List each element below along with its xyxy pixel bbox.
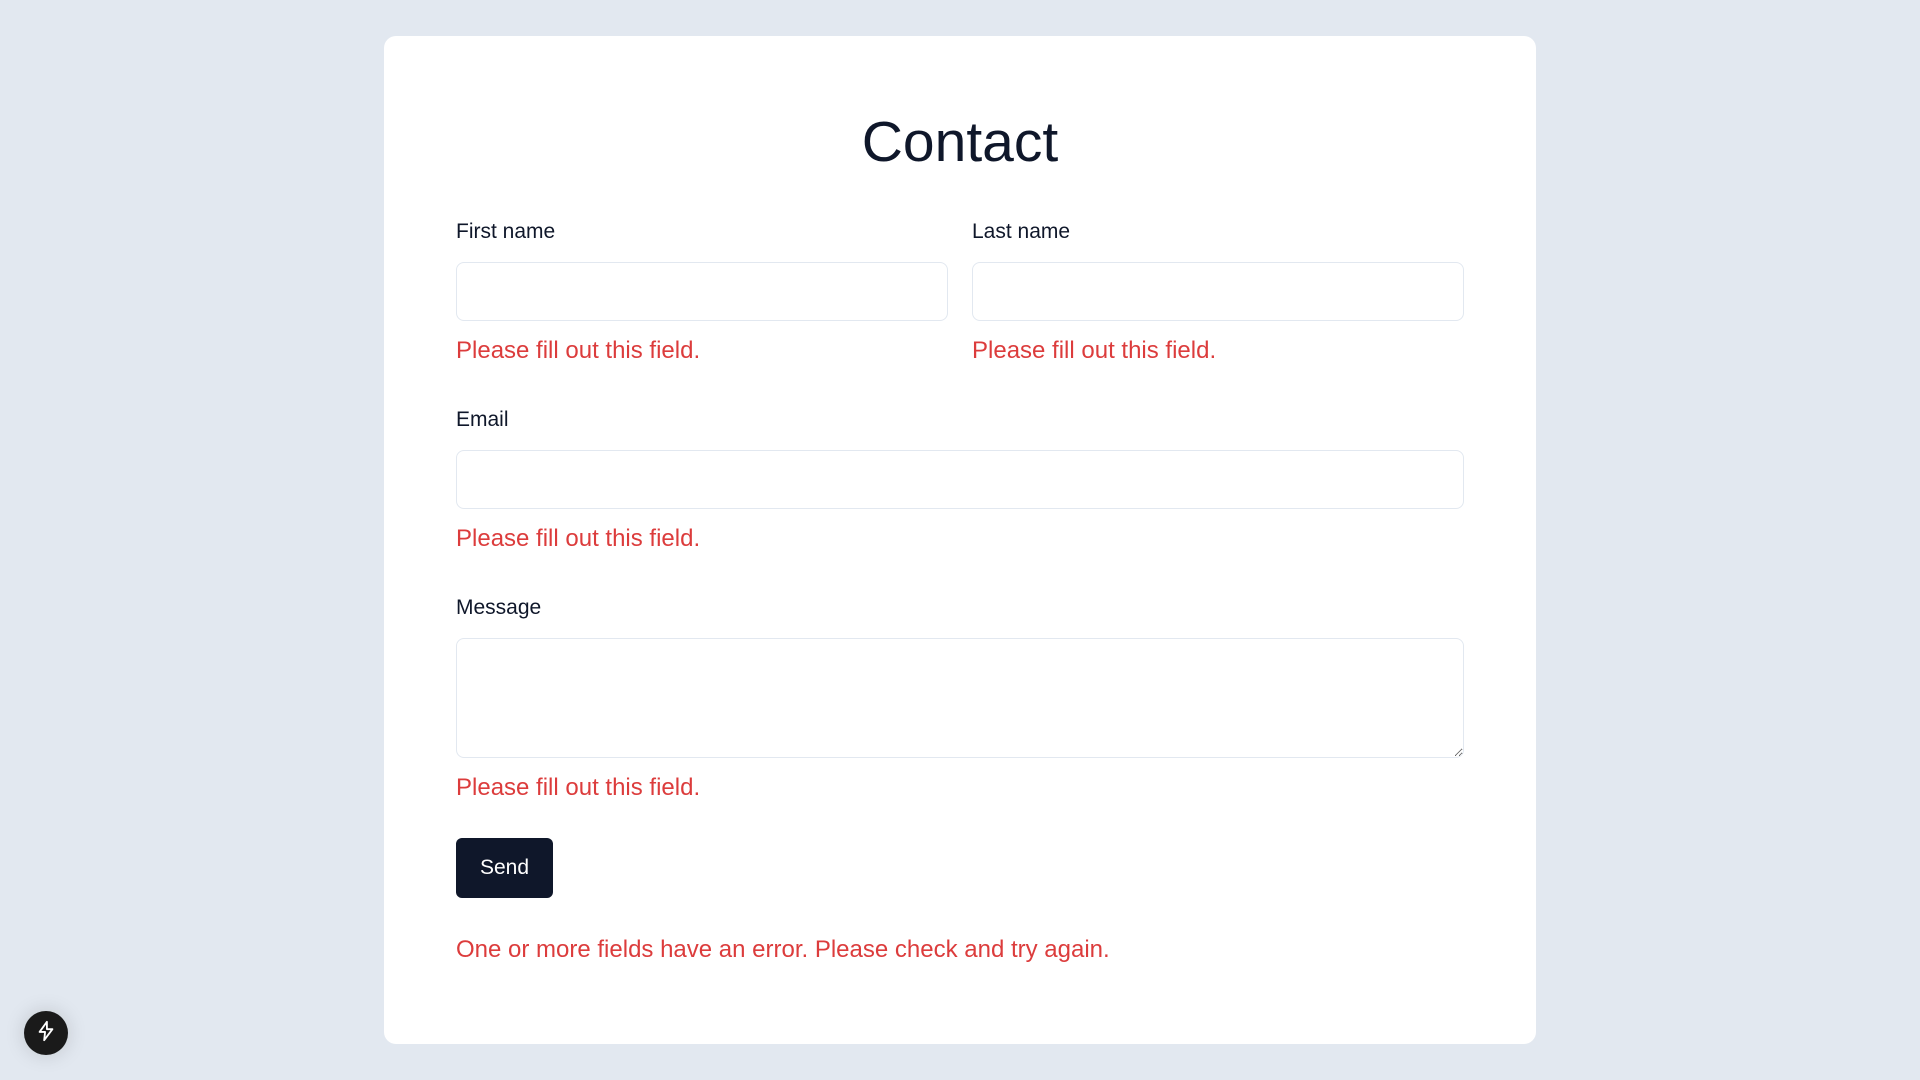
- lightning-bolt-icon: [35, 1020, 57, 1047]
- last-name-label: Last name: [972, 220, 1071, 243]
- first-name-error: Please fill out this field.: [456, 337, 701, 364]
- last-name-input[interactable]: [972, 262, 1464, 321]
- email-label: Email: [456, 408, 509, 431]
- form-error-message: One or more fields have an error. Please…: [456, 936, 1110, 963]
- page-title: Contact: [861, 110, 1059, 174]
- email-group: Email Please fill out this field.: [456, 408, 1464, 553]
- dev-tools-button[interactable]: [24, 1011, 68, 1055]
- first-name-input[interactable]: [456, 262, 948, 321]
- message-group: Message Please fill out this field.: [456, 596, 1464, 802]
- message-row: Message Please fill out this field.: [456, 596, 1464, 802]
- message-label: Message: [456, 596, 542, 619]
- last-name-group: Last name Please fill out this field.: [972, 220, 1464, 365]
- name-row: First name Please fill out this field. L…: [456, 220, 1464, 365]
- message-textarea[interactable]: [456, 638, 1464, 758]
- send-button[interactable]: Send: [456, 838, 553, 898]
- last-name-error: Please fill out this field.: [972, 337, 1217, 364]
- first-name-label: First name: [456, 220, 556, 243]
- first-name-group: First name Please fill out this field.: [456, 220, 948, 365]
- message-error: Please fill out this field.: [456, 774, 701, 801]
- contact-card: Contact First name Please fill out this …: [384, 36, 1536, 1044]
- email-row: Email Please fill out this field.: [456, 408, 1464, 553]
- email-error: Please fill out this field.: [456, 525, 701, 552]
- email-input[interactable]: [456, 450, 1464, 509]
